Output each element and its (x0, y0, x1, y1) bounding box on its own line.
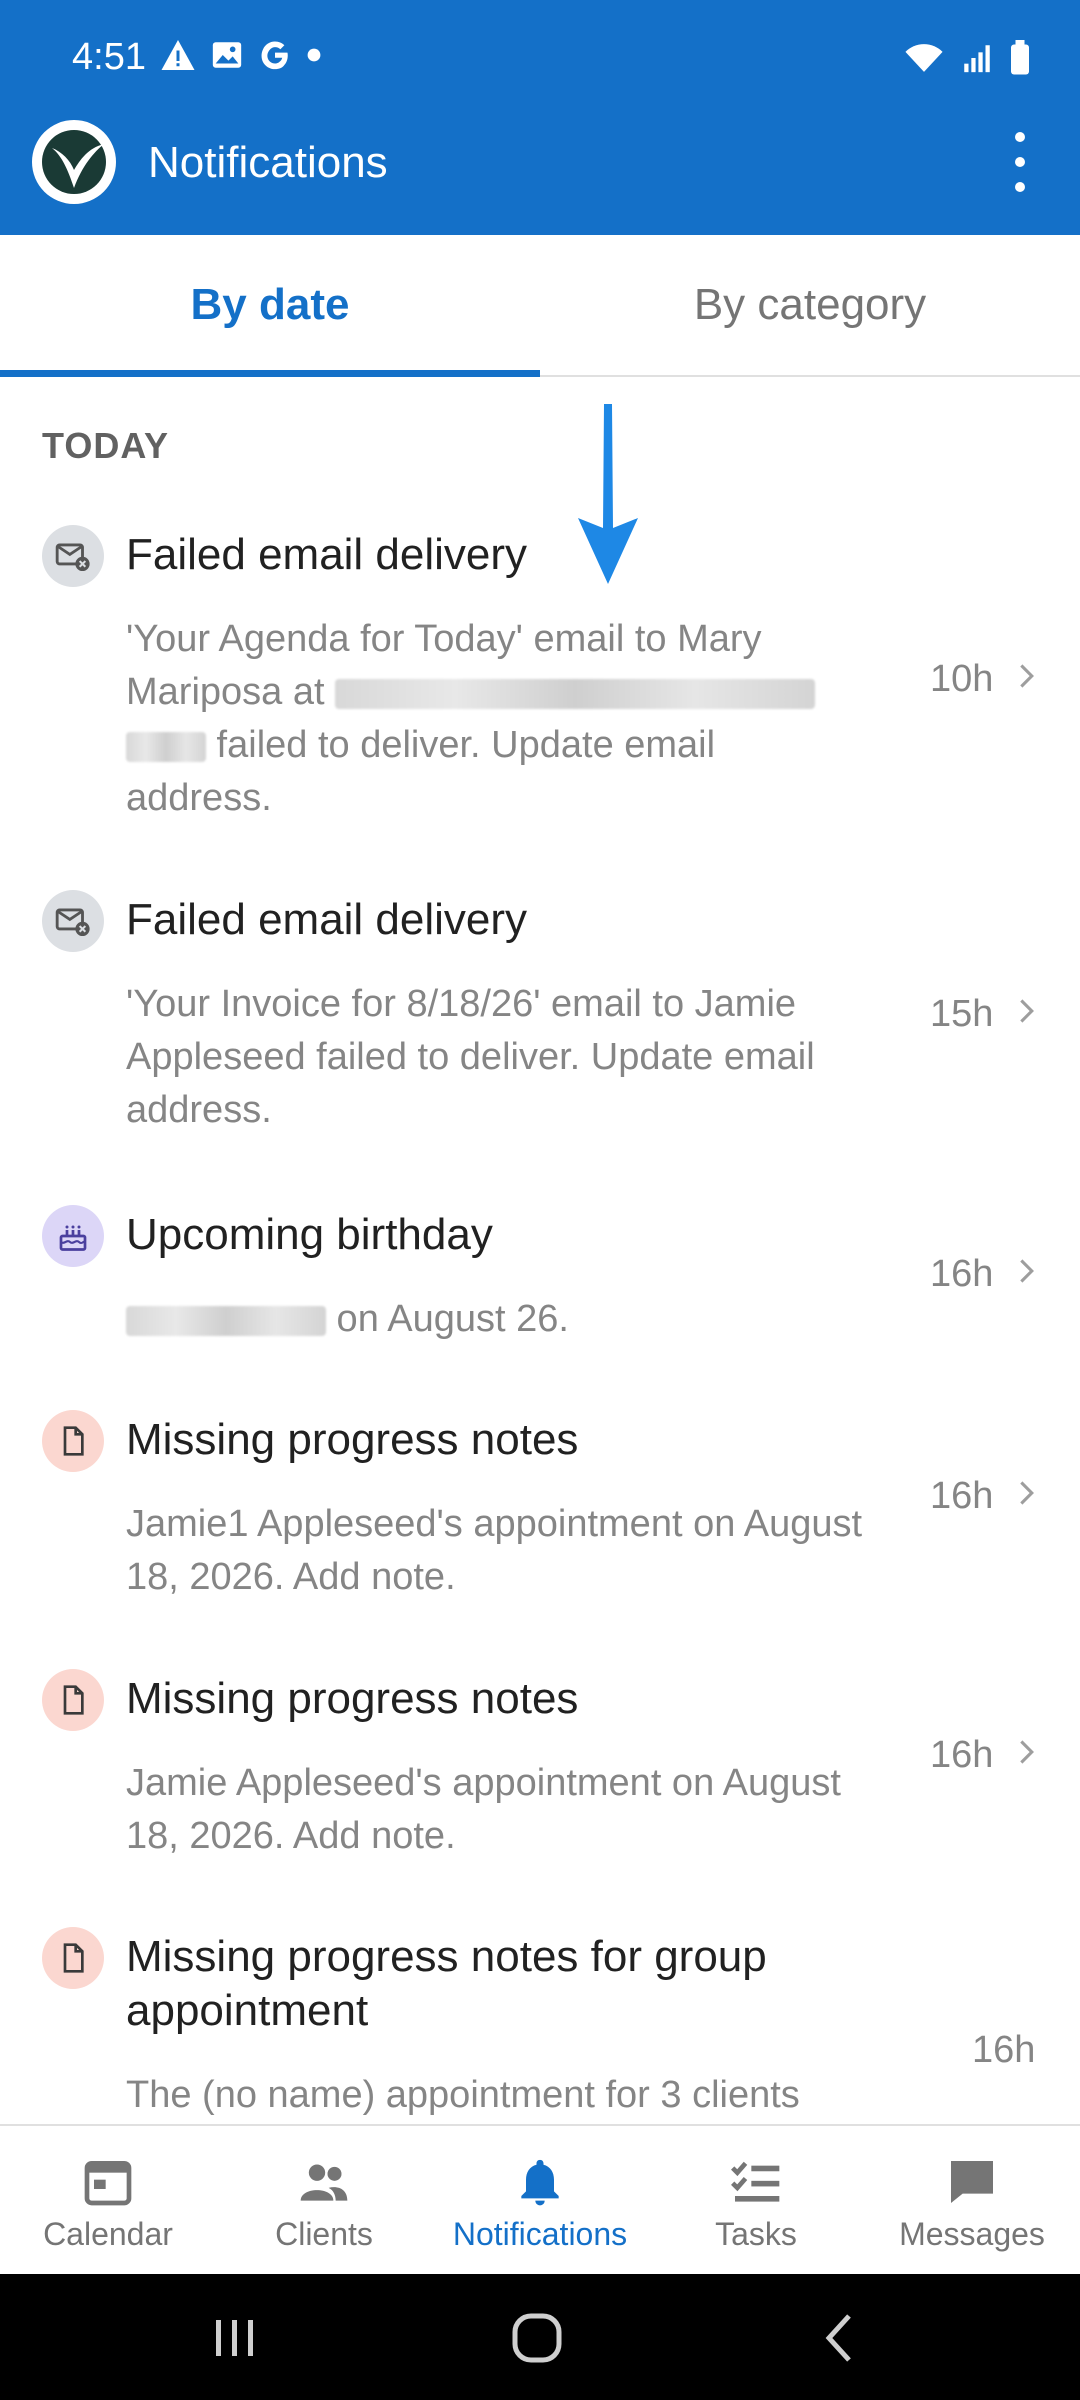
bell-icon (521, 2159, 559, 2206)
notification-time: 16h (930, 1475, 994, 1517)
document-icon (42, 1410, 104, 1472)
overflow-menu-button[interactable] (1000, 132, 1040, 192)
chevron-right-icon (1020, 1259, 1034, 1283)
notification-body: 'Your Invoice for 8/18/26' email to Jami… (126, 983, 815, 1131)
app-header: 4:51 Notifications (0, 0, 1080, 235)
system-navigation-bar (0, 2274, 1080, 2400)
redacted-email (126, 731, 206, 762)
redacted-name (126, 1305, 326, 1336)
email-failed-icon (42, 890, 104, 952)
arrow-down-icon (578, 404, 638, 584)
battery-icon (1011, 40, 1029, 75)
notification-time: 16h (930, 1734, 994, 1776)
tab-bar: By date By category (0, 235, 1080, 377)
notification-body: Jamie1 Appleseed's appointment on August… (126, 1503, 863, 1598)
notification-time: 15h (930, 993, 994, 1035)
notification-body-text: failed to deliver. Update email address. (126, 724, 716, 819)
status-icons-left (160, 38, 322, 72)
chevron-right-icon (1020, 1481, 1034, 1505)
menu-dot-icon (1015, 182, 1025, 192)
redacted-email (335, 678, 816, 709)
notification-title: Missing progress notes (126, 1415, 579, 1464)
notification-item[interactable]: Missing progress notes Jamie1 Appleseed'… (0, 1410, 1080, 1610)
page-title: Notifications (148, 138, 388, 187)
document-icon (42, 1669, 104, 1731)
notification-body: Jamie Appleseed's appointment on August … (126, 1762, 841, 1857)
document-icon (42, 1927, 104, 1989)
recent-apps-icon[interactable] (200, 2308, 270, 2368)
nav-label: Notifications (452, 2216, 628, 2252)
notification-body: 'Your Agenda for Today' email to Mary Ma… (126, 613, 866, 825)
notification-time: 16h (972, 2029, 1036, 2071)
notification-item[interactable]: Missing progress notes Jamie Appleseed's… (0, 1669, 1080, 1869)
tab-by-category[interactable]: By category (540, 235, 1080, 375)
status-bar: 4:51 (0, 0, 1080, 120)
dot-icon (307, 48, 321, 62)
notification-title: Failed email delivery (126, 895, 528, 944)
notification-body-text: on August 26. (326, 1298, 569, 1340)
menu-dot-icon (1015, 132, 1025, 142)
notification-body: The (no name) appointment for 3 clients (126, 2074, 800, 2116)
nav-messages[interactable]: Messages (864, 2126, 1080, 2274)
warning-icon (161, 40, 195, 70)
nav-label: Clients (275, 2216, 373, 2252)
message-icon (951, 2161, 993, 2203)
nav-label: Tasks (715, 2216, 797, 2252)
nav-clients[interactable]: Clients (216, 2126, 432, 2274)
chevron-right-icon (1020, 1740, 1034, 1764)
notification-item[interactable]: Missing progress notes for group appoint… (0, 1927, 1080, 2124)
notification-time: 16h (930, 1253, 994, 1295)
clients-icon (300, 2164, 348, 2201)
app-logo[interactable] (32, 120, 116, 204)
bottom-navigation: Calendar Clients Notifications Tasks Mes… (0, 2124, 1080, 2274)
nav-notifications[interactable]: Notifications (432, 2126, 648, 2274)
nav-label: Messages (899, 2216, 1045, 2252)
chevron-right-icon (1020, 664, 1034, 688)
image-icon (212, 42, 242, 68)
notification-title: Missing progress notes for group appoint… (126, 1932, 767, 2035)
back-icon[interactable] (805, 2308, 875, 2368)
calendar-icon (84, 2161, 132, 2206)
status-icons-right (902, 40, 1032, 76)
tasks-icon (731, 2161, 780, 2202)
chevron-right-icon (1020, 999, 1034, 1023)
notification-item[interactable]: Failed email delivery 'Your Agenda for T… (0, 520, 1080, 840)
notification-title: Missing progress notes (126, 1674, 579, 1723)
email-failed-icon (42, 525, 104, 587)
notification-item[interactable]: Upcoming birthday on August 26. 16h (0, 1205, 1080, 1355)
status-time: 4:51 (72, 36, 146, 78)
section-header-today: TODAY (42, 425, 170, 466)
menu-dot-icon (1015, 157, 1025, 167)
logo-icon (42, 130, 106, 194)
wifi-icon (905, 44, 943, 72)
signal-icon (964, 45, 990, 73)
nav-tasks[interactable]: Tasks (648, 2126, 864, 2274)
notification-body: on August 26. (126, 1293, 866, 1346)
notification-time: 10h (930, 658, 994, 700)
nav-calendar[interactable]: Calendar (0, 2126, 216, 2274)
home-icon[interactable] (502, 2308, 572, 2368)
cake-icon (42, 1205, 104, 1267)
notification-title: Upcoming birthday (126, 1210, 493, 1259)
tab-by-date[interactable]: By date (0, 235, 540, 377)
app-bar: Notifications (0, 120, 1080, 235)
google-icon (261, 41, 288, 70)
nav-label: Calendar (43, 2216, 173, 2252)
notification-item[interactable]: Failed email delivery 'Your Invoice for … (0, 885, 1080, 1155)
notification-title: Failed email delivery (126, 530, 528, 579)
